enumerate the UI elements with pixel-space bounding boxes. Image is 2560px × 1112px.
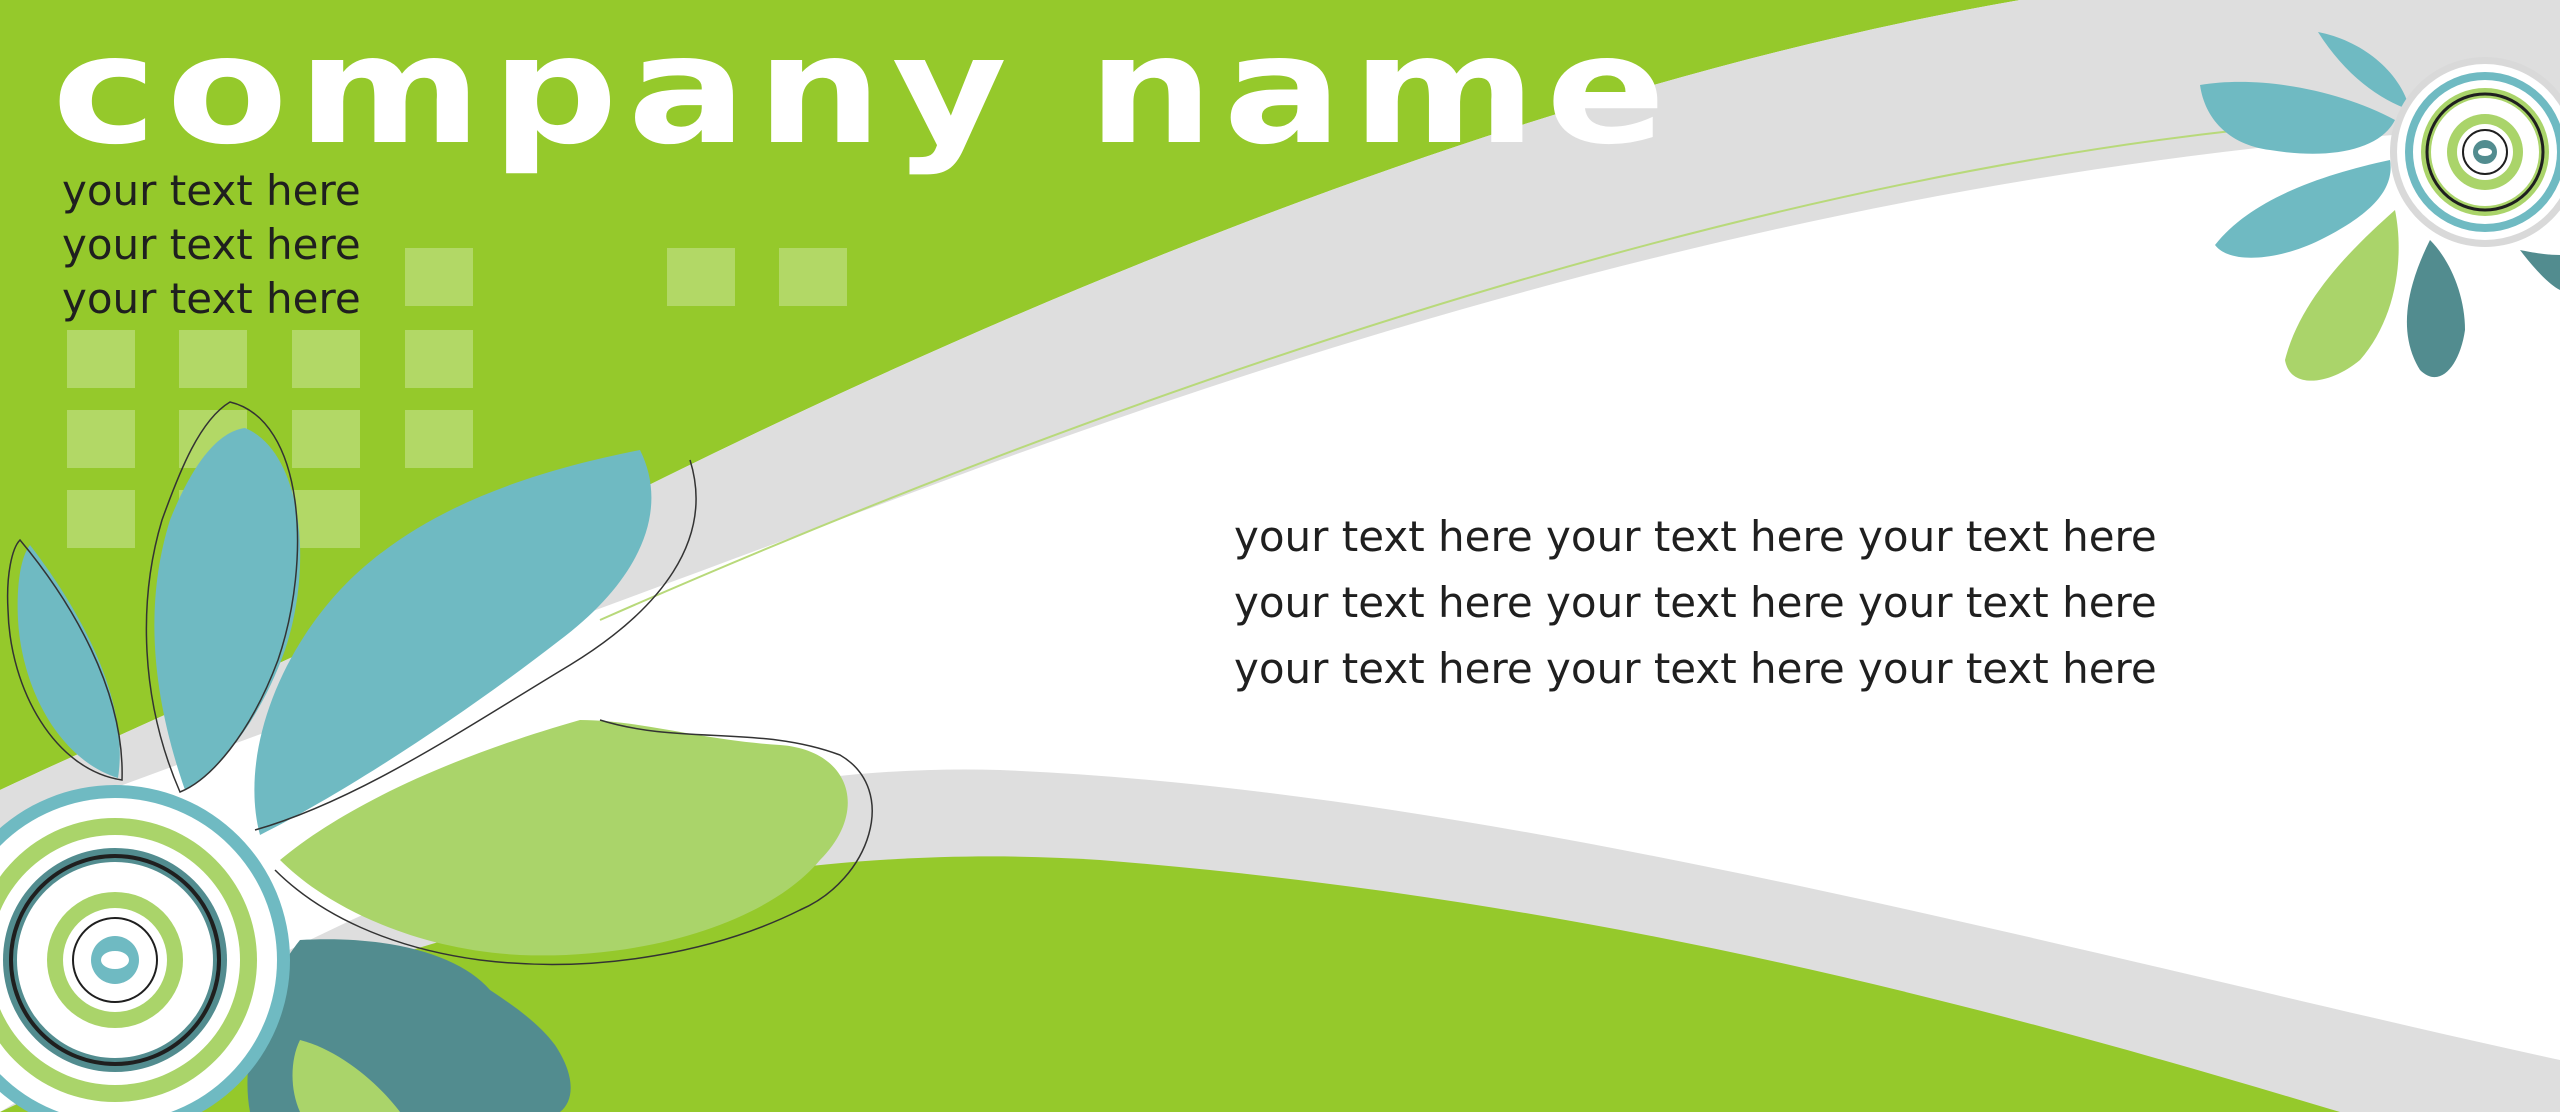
- bottom-left-flower-icon: [0, 785, 290, 1112]
- body-text-line: your text here your text here your text …: [1234, 512, 2157, 561]
- tagline-line: your text here: [62, 220, 361, 269]
- body-text-line: your text here your text here your text …: [1234, 578, 2157, 627]
- banner: company name your text here your text he…: [0, 0, 2560, 1112]
- body-text-block: your text here your text here your text …: [1234, 504, 2157, 702]
- tagline-line: your text here: [62, 274, 361, 323]
- tagline-line: your text here: [62, 166, 361, 215]
- top-right-flower-icon: [2200, 32, 2560, 381]
- body-text-line: your text here your text here your text …: [1234, 644, 2157, 693]
- company-name: company name: [52, 4, 1676, 178]
- tagline-lines: your text here your text here your text …: [62, 164, 361, 326]
